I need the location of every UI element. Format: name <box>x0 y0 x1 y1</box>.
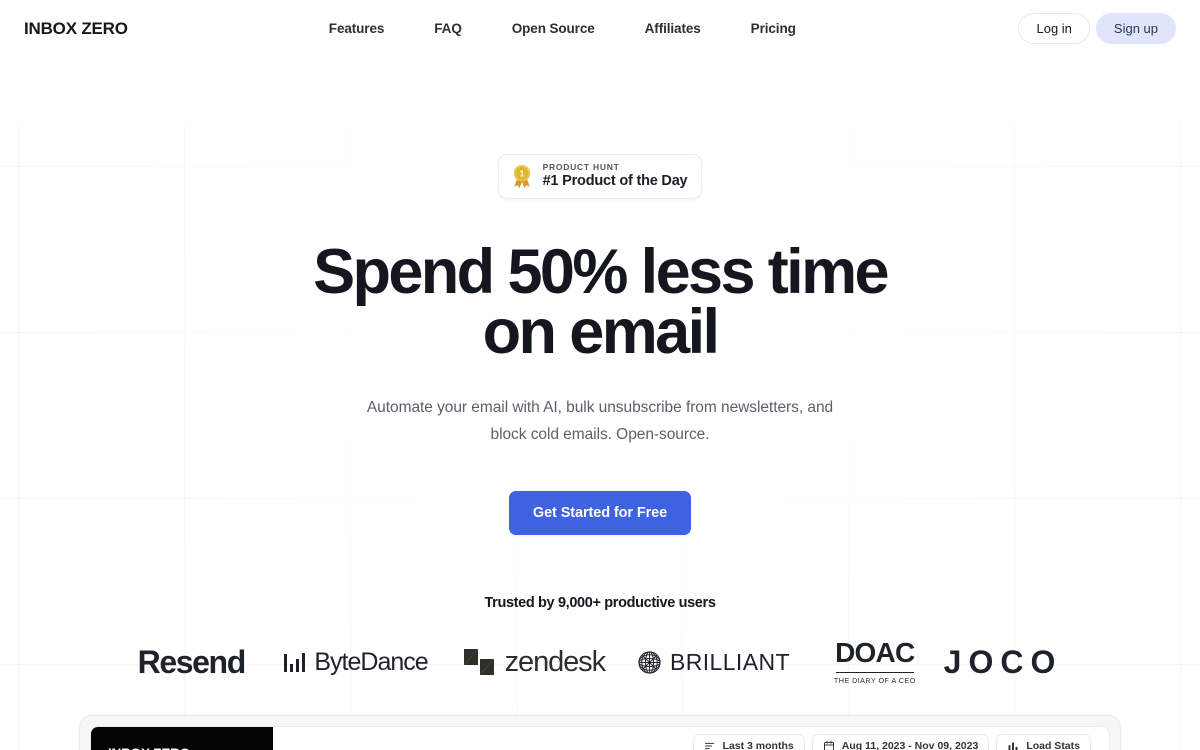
bar-chart-icon <box>283 652 306 673</box>
login-button[interactable]: Log in <box>1018 13 1090 44</box>
app-preview: INBOX ZERO Last 3 months <box>90 726 1110 750</box>
brilliant-logo-text: BRILLIANT <box>669 648 790 675</box>
nav-links: Features FAQ Open Source Affiliates Pric… <box>304 15 821 42</box>
app-sidebar: INBOX ZERO <box>91 727 273 750</box>
calendar-icon <box>823 740 834 750</box>
headline-line-2: on email <box>482 297 720 368</box>
customer-logos: Resend ByteDance zendesk BRILLIANT DOAC … <box>0 637 1200 686</box>
resend-logo: Resend <box>137 643 247 680</box>
date-range-preset[interactable]: Last 3 months <box>692 733 805 750</box>
globe-wireframe-icon <box>638 651 661 674</box>
product-hunt-badge[interactable]: 1 PRODUCT HUNT #1 Product of the Day <box>497 154 703 200</box>
nav-link-affiliates[interactable]: Affiliates <box>620 15 726 42</box>
hero-headline: Spend 50% less time on email <box>0 241 1200 368</box>
get-started-button[interactable]: Get Started for Free <box>508 491 692 536</box>
nav-link-faq[interactable]: FAQ <box>409 15 486 42</box>
bar-chart-icon <box>1008 742 1018 750</box>
app-preview-frame: INBOX ZERO Last 3 months <box>79 715 1121 750</box>
hero-section: 1 PRODUCT HUNT #1 Product of the Day Spe… <box>0 57 1200 536</box>
nav-link-open-source[interactable]: Open Source <box>487 15 620 42</box>
product-hunt-title: #1 Product of the Day <box>542 173 688 190</box>
bytedance-logo: ByteDance <box>283 647 429 677</box>
doac-logo-subtitle: THE DIARY OF A CEO <box>833 676 916 686</box>
trusted-by-heading: Trusted by 9,000+ productive users <box>484 595 716 612</box>
svg-text:1: 1 <box>519 169 525 178</box>
social-proof-section: Trusted by 9,000+ productive users Resen… <box>0 595 1200 685</box>
signup-button[interactable]: Sign up <box>1095 13 1176 44</box>
nav-actions: Log in Sign up <box>1018 13 1176 44</box>
load-stats-label: Load Stats <box>1026 739 1080 750</box>
hero-subtitle: Automate your email with AI, bulk unsubs… <box>365 395 835 448</box>
doac-divider <box>835 672 914 674</box>
load-stats-button[interactable]: Load Stats <box>996 733 1091 750</box>
zendesk-z-icon <box>463 649 494 676</box>
landing-page: INBOX ZERO Features FAQ Open Source Affi… <box>0 0 1200 750</box>
zendesk-logo: zendesk <box>462 645 606 679</box>
subtitle-line-1: Automate your email with AI, bulk unsubs… <box>366 398 804 416</box>
date-range-picker-label: Aug 11, 2023 - Nov 09, 2023 <box>841 739 979 750</box>
top-navigation: INBOX ZERO Features FAQ Open Source Affi… <box>0 0 1200 57</box>
bytedance-logo-text: ByteDance <box>314 647 428 676</box>
gold-medal-icon: 1 <box>513 164 530 188</box>
nav-link-features[interactable]: Features <box>304 15 409 42</box>
date-range-picker[interactable]: Aug 11, 2023 - Nov 09, 2023 <box>811 733 990 750</box>
zendesk-logo-text: zendesk <box>504 645 606 678</box>
product-hunt-kicker: PRODUCT HUNT <box>542 162 620 172</box>
joco-logo: JOCO <box>943 643 1063 680</box>
filter-icon <box>704 742 714 749</box>
nav-link-pricing[interactable]: Pricing <box>726 15 821 42</box>
app-toolbar: Last 3 months Aug 11, 2023 - Nov 09, 202… <box>273 727 1109 750</box>
app-sidebar-brand: INBOX ZERO <box>108 746 190 750</box>
hero-cta-wrapper: Get Started for Free <box>0 491 1200 536</box>
site-logo[interactable]: INBOX ZERO <box>24 19 128 39</box>
product-hunt-badge-text: PRODUCT HUNT #1 Product of the Day <box>542 162 688 190</box>
doac-logo-text: DOAC <box>835 637 915 669</box>
date-range-preset-label: Last 3 months <box>722 739 794 750</box>
app-main-area: Last 3 months Aug 11, 2023 - Nov 09, 202… <box>273 727 1109 750</box>
doac-logo: DOAC THE DIARY OF A CEO <box>833 637 916 686</box>
brilliant-logo: BRILLIANT <box>636 649 790 676</box>
